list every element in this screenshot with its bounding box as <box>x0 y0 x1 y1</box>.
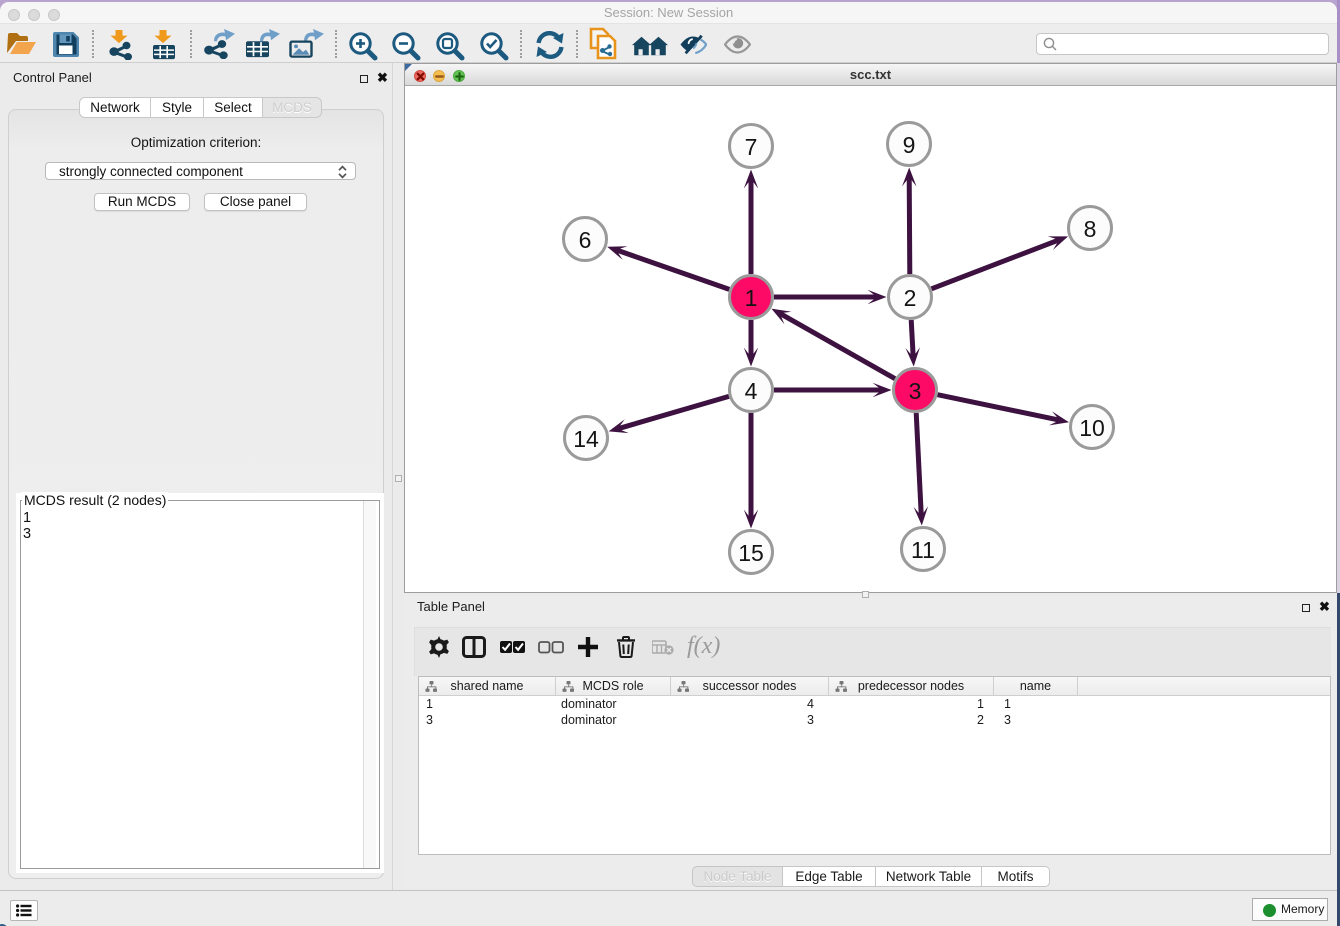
svg-text:4: 4 <box>745 378 758 404</box>
svg-text:11: 11 <box>911 537 935 563</box>
svg-text:10: 10 <box>1079 415 1105 441</box>
svg-text:2: 2 <box>904 285 917 311</box>
svg-text:1: 1 <box>745 285 758 311</box>
svg-text:3: 3 <box>909 378 922 404</box>
svg-text:8: 8 <box>1084 216 1097 242</box>
svg-text:6: 6 <box>579 227 592 253</box>
svg-text:14: 14 <box>573 426 599 452</box>
svg-text:7: 7 <box>745 134 758 160</box>
svg-text:9: 9 <box>903 132 916 158</box>
svg-text:15: 15 <box>738 540 764 566</box>
